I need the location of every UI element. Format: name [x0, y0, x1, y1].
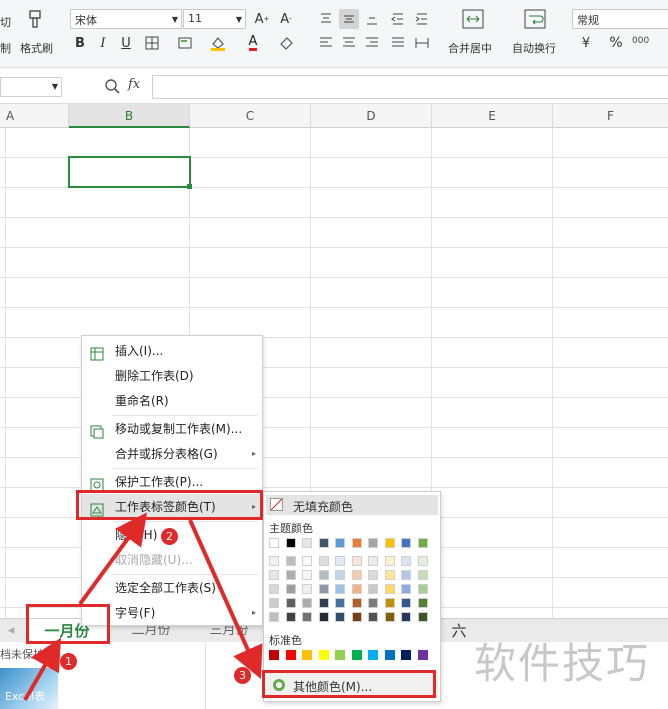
- step-badge-2: 2: [161, 528, 178, 545]
- watermark: 软件技巧: [474, 639, 651, 688]
- step-badge-3: 3: [234, 667, 251, 684]
- step-badge-1: 1: [60, 653, 77, 670]
- annotation-arrows: [23, 512, 263, 701]
